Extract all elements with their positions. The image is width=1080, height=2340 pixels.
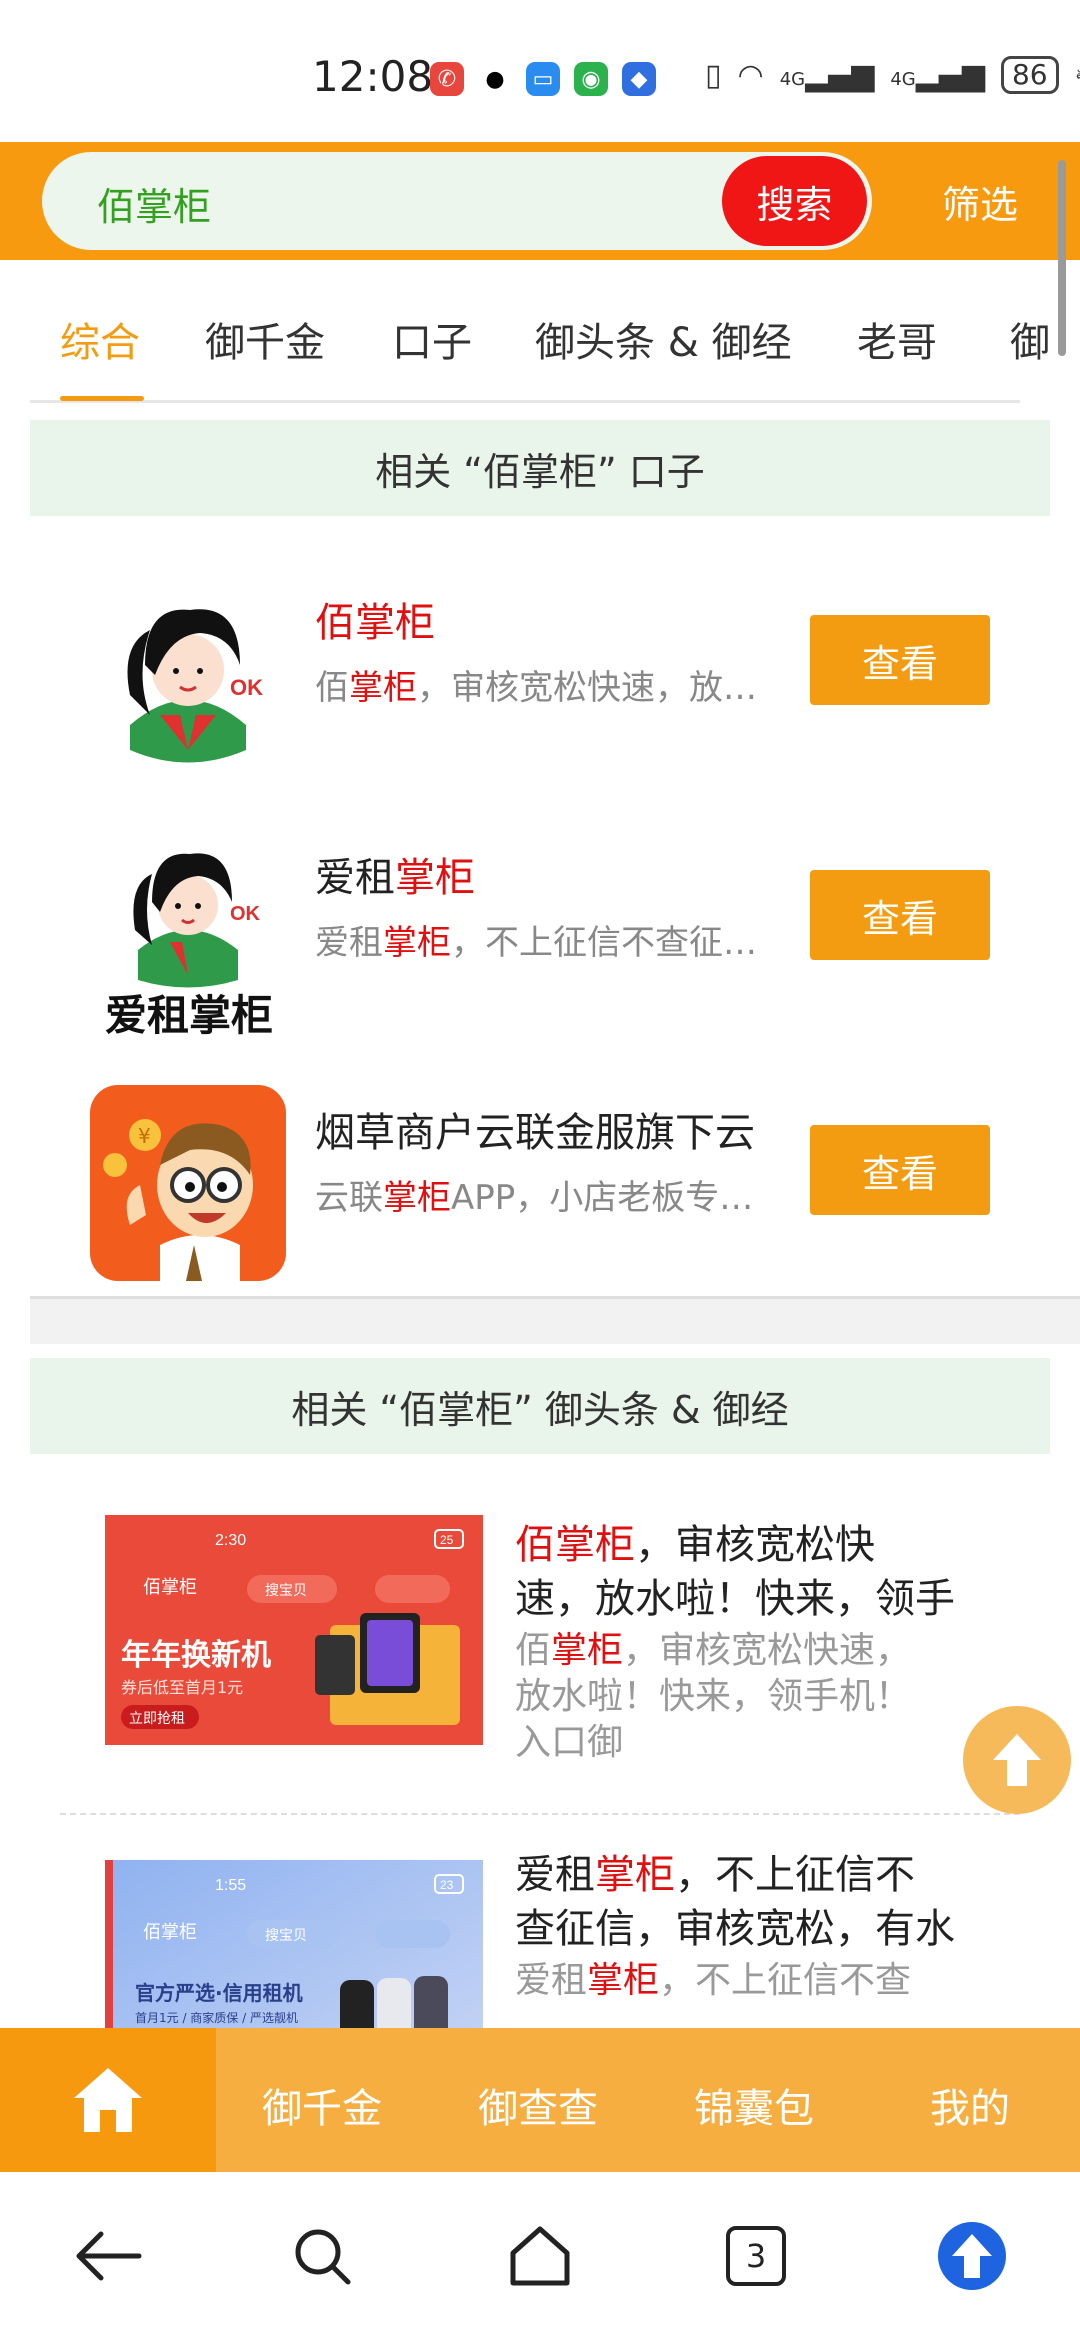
view-button[interactable]: 查看	[810, 615, 990, 705]
arrow-up-icon	[993, 1734, 1041, 1786]
apps-section-header: 相关 “佰掌柜” 口子	[30, 420, 1050, 516]
app-list-item[interactable]: OK 爱租掌柜 爱租掌柜 爱租掌柜，不上征信不查征信，审核宽松 查看	[0, 805, 1080, 1040]
nav-yuchacha[interactable]: 御查查	[478, 2076, 598, 2134]
app-description: 云联掌柜APP，小店老板专属借款平台	[315, 1178, 785, 1218]
app-notification-icon: ◆	[622, 62, 656, 96]
article-description: 爱租掌柜，不上征信不查	[515, 1960, 912, 2001]
svg-text:券后低至首月1元: 券后低至首月1元	[121, 1678, 243, 1697]
system-status-icons: ▯ ◠ 4G▂▄▆ 4G▂▄▆ 86 ❧	[705, 56, 1080, 94]
app-icon-aizu: OK 爱租掌柜	[90, 830, 286, 1040]
nav-profile[interactable]: 我的	[930, 2076, 1010, 2134]
app-icon-yunlian: ¥	[90, 1085, 286, 1281]
svg-text:年年换新机: 年年换新机	[121, 1638, 271, 1673]
tab-laoge[interactable]: 老哥	[857, 310, 937, 368]
app-list-item[interactable]: OK 佰掌柜 佰掌柜，审核宽松快速，放水啦！快来，领手机！ 查看	[0, 550, 1080, 780]
vibrate-icon: ▯	[705, 57, 722, 93]
tab-headlines[interactable]: 御头条 & 御经	[535, 310, 792, 368]
svg-text:官方严选·信用租机: 官方严选·信用租机	[135, 1981, 303, 2005]
home-toolbar-button[interactable]	[500, 2216, 580, 2296]
qq-icon: ●	[478, 62, 512, 96]
app-title: 爱租掌柜	[315, 855, 475, 901]
upload-button[interactable]	[932, 2216, 1012, 2296]
section-divider	[30, 1296, 1080, 1344]
missed-call-icon: ✆	[430, 62, 464, 96]
svg-text:¥: ¥	[138, 1124, 151, 1148]
article-thumbnail: 2:30 25 佰掌柜 搜宝贝 年年换新机 券后低至首月1元 立即抢租	[105, 1515, 483, 1745]
search-icon	[295, 2229, 351, 2285]
article-description: 佰掌柜，审核宽松快速， 放水啦！快来，领手机！ 入口御	[515, 1630, 912, 1763]
svg-text:首月1元 / 商家质保 / 严选靓机: 首月1元 / 商家质保 / 严选靓机	[135, 2010, 298, 2025]
home-icon	[74, 2068, 142, 2132]
tab-count-badge: 3	[726, 2226, 786, 2286]
signal-1: 4G▂▄▆	[779, 57, 875, 93]
status-time: 12:08	[312, 52, 434, 101]
category-tabs: 综合 御千金 口子 御头条 & 御经 老哥 御	[0, 262, 1080, 403]
svg-text:搜宝贝: 搜宝贝	[265, 1583, 307, 1599]
wifi-icon: ◠	[737, 57, 764, 93]
notification-icons: ✆ ● ▭ ◉ ◆	[430, 62, 656, 96]
app-title: 烟草商户云联金服旗下云	[315, 1110, 755, 1156]
nav-yuqianjin[interactable]: 御千金	[262, 2076, 382, 2134]
app-icon-baizhanggui: OK	[90, 575, 286, 771]
back-arrow-icon	[76, 2231, 142, 2281]
article-separator	[60, 1813, 1020, 1815]
svg-text:立即抢租: 立即抢租	[129, 1710, 185, 1727]
svg-text:OK: OK	[230, 675, 263, 700]
article-title: 爱租掌柜，不上征信不 查征信，审核宽松，有水	[515, 1852, 955, 1952]
view-button[interactable]: 查看	[810, 1125, 990, 1215]
search-header: 佰掌柜 搜索 筛选	[0, 142, 1080, 260]
app-description: 爱租掌柜，不上征信不查征信，审核宽松	[315, 923, 785, 963]
wechat-icon: ◉	[574, 62, 608, 96]
article-list-item[interactable]: 2:30 25 佰掌柜 搜宝贝 年年换新机 券后低至首月1元 立即抢租 佰掌柜，…	[0, 1490, 1080, 1790]
view-button[interactable]: 查看	[810, 870, 990, 960]
signal-2: 4G▂▄▆	[890, 57, 985, 93]
status-bar: 12:08 ✆ ● ▭ ◉ ◆ ▯ ◠ 4G▂▄▆ 4G▂▄▆ 86 ❧	[0, 0, 1080, 140]
scroll-to-top-button[interactable]	[963, 1706, 1071, 1814]
tab-kouzi[interactable]: 口子	[392, 310, 472, 368]
tab-comprehensive[interactable]: 综合	[60, 310, 140, 368]
browser-toolbar: 3	[0, 2172, 1080, 2340]
nav-jinnangbao[interactable]: 锦囊包	[694, 2076, 814, 2134]
search-toolbar-button[interactable]	[282, 2216, 362, 2296]
active-tab-indicator	[60, 396, 144, 401]
filter-button[interactable]: 筛选	[942, 174, 1018, 229]
nav-home[interactable]	[0, 2028, 216, 2172]
article-list-item[interactable]: 1:55 23 佰掌柜 搜宝贝 官方严选·信用租机 首月1元 / 商家质保 / …	[0, 1840, 1080, 2028]
power-saving-icon: ❧	[1075, 61, 1080, 89]
tabs-divider	[30, 400, 1020, 403]
tab-yuqianjin[interactable]: 御千金	[205, 310, 325, 368]
app-list-item[interactable]: ¥ 烟草商户云联金服旗下云 云联掌柜APP，小店老板专属借款平台 查看	[0, 1060, 1080, 1290]
search-button[interactable]: 搜索	[722, 156, 867, 246]
app-description: 佰掌柜，审核宽松快速，放水啦！快来，领手机！	[315, 668, 785, 708]
app-logo-text: 爱租掌柜	[104, 991, 273, 1040]
search-input[interactable]: 佰掌柜 搜索	[42, 152, 872, 250]
bottom-navigation: 御千金 御查查 锦囊包 我的	[0, 2028, 1080, 2172]
article-title: 佰掌柜，审核宽松快 速，放水啦！快来，领手	[515, 1522, 955, 1622]
svg-text:25: 25	[440, 1533, 454, 1547]
svg-text:佰掌柜: 佰掌柜	[143, 1577, 197, 1598]
svg-text:佰掌柜: 佰掌柜	[143, 1922, 197, 1943]
message-icon: ▭	[526, 62, 560, 96]
back-button[interactable]	[68, 2216, 148, 2296]
svg-text:搜宝贝: 搜宝贝	[265, 1928, 307, 1944]
svg-text:2:30: 2:30	[215, 1532, 246, 1549]
svg-text:1:55: 1:55	[215, 1877, 246, 1894]
home-outline-icon	[510, 2226, 570, 2286]
search-query: 佰掌柜	[97, 185, 212, 229]
svg-text:23: 23	[440, 1878, 454, 1892]
articles-section-header: 相关 “佰掌柜” 御头条 & 御经	[30, 1358, 1050, 1454]
page: 12:08 ✆ ● ▭ ◉ ◆ ▯ ◠ 4G▂▄▆ 4G▂▄▆ 86 ❧ 佰掌柜…	[0, 0, 1080, 2340]
app-title: 佰掌柜	[315, 600, 435, 646]
tab-more[interactable]: 御	[1010, 310, 1080, 368]
upload-circle-icon	[938, 2222, 1006, 2290]
battery-indicator: 86	[1000, 56, 1059, 94]
tabs-button[interactable]: 3	[716, 2216, 796, 2296]
svg-text:OK: OK	[230, 903, 261, 925]
article-thumbnail: 1:55 23 佰掌柜 搜宝贝 官方严选·信用租机 首月1元 / 商家质保 / …	[105, 1860, 483, 2028]
